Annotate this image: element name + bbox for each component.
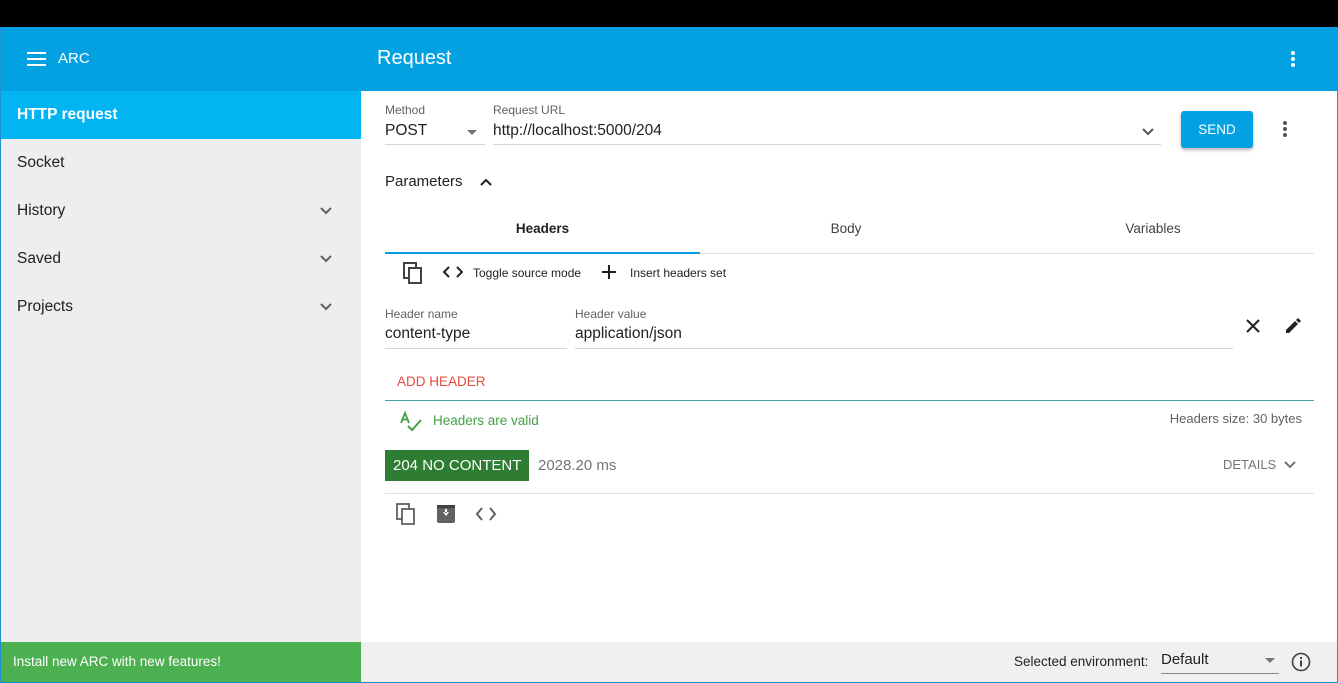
chevron-up-icon: [480, 178, 492, 186]
parameters-toggle[interactable]: Parameters: [385, 173, 492, 190]
dropdown-arrow-icon: [1265, 658, 1275, 663]
footer-bar: Selected environment: Default: [361, 642, 1337, 682]
header-name-input[interactable]: content-type: [385, 325, 567, 347]
app-window: ARC Request HTTP request Socket History …: [0, 27, 1338, 683]
chevron-down-icon: [320, 303, 332, 311]
sidebar-item-saved[interactable]: Saved: [1, 235, 361, 283]
url-label: Request URL: [493, 103, 566, 117]
plus-icon: [602, 265, 616, 279]
dropdown-arrow-icon: [467, 130, 477, 135]
details-label: DETAILS: [1223, 457, 1277, 472]
menu-icon[interactable]: [27, 52, 47, 66]
chevron-down-icon: [1284, 461, 1296, 469]
status-badge: 204 NO CONTENT: [385, 450, 530, 481]
environment-label: Selected environment:: [1014, 654, 1149, 669]
headers-valid-text: Headers are valid: [433, 413, 539, 428]
close-icon[interactable]: [1245, 318, 1261, 334]
spellcheck-icon: [400, 411, 422, 432]
sidebar-item-label: History: [17, 202, 66, 219]
header-value-input[interactable]: application/json: [575, 325, 1233, 347]
environment-value: Default: [1161, 651, 1209, 668]
insert-set-label: Insert headers set: [630, 266, 727, 280]
parameters-label: Parameters: [385, 173, 463, 190]
divider: [385, 400, 1314, 401]
sidebar-item-label: Saved: [17, 250, 61, 267]
chevron-down-icon[interactable]: [1141, 125, 1155, 139]
tab-variables[interactable]: Variables: [992, 206, 1314, 254]
request-panel: Method POST Request URL http://localhost…: [361, 91, 1337, 642]
copy-icon[interactable]: [402, 261, 424, 285]
copy-icon[interactable]: [394, 502, 418, 526]
headers-size-text: Headers size: 30 bytes: [1169, 411, 1302, 426]
app-title: ARC: [58, 50, 90, 67]
install-banner[interactable]: Install new ARC with new features!: [1, 642, 361, 682]
chevron-down-icon: [320, 207, 332, 215]
edit-icon[interactable]: [1283, 316, 1303, 336]
tab-headers[interactable]: Headers: [385, 206, 700, 254]
tab-body[interactable]: Body: [700, 206, 992, 254]
sidebar-item-label: Projects: [17, 298, 73, 315]
info-icon[interactable]: [1291, 652, 1311, 672]
add-header-button[interactable]: ADD HEADER: [397, 374, 486, 389]
chevron-down-icon: [320, 255, 332, 263]
parameters-tabs: Headers Body Variables: [385, 206, 1314, 254]
page-title: Request: [377, 47, 452, 69]
response-time: 2028.20 ms: [538, 457, 617, 474]
divider: [385, 493, 1314, 494]
save-icon[interactable]: [434, 502, 458, 526]
url-input[interactable]: http://localhost:5000/204: [493, 119, 1161, 145]
sidebar-item-projects[interactable]: Projects: [1, 283, 361, 331]
more-vert-icon[interactable]: [1275, 119, 1295, 139]
toggle-source-label: Toggle source mode: [473, 266, 582, 280]
send-button[interactable]: SEND: [1181, 111, 1253, 148]
url-value: http://localhost:5000/204: [493, 122, 662, 139]
more-vert-icon[interactable]: [1283, 49, 1303, 69]
sidebar-item-history[interactable]: History: [1, 187, 361, 235]
details-toggle[interactable]: DETAILS: [1223, 457, 1296, 472]
method-select[interactable]: POST: [385, 119, 485, 145]
header-name-label: Header name: [385, 307, 458, 321]
method-label: Method: [385, 103, 426, 117]
sidebar-item-label: HTTP request: [17, 106, 118, 123]
code-icon: [443, 266, 463, 278]
sidebar: HTTP request Socket History Saved Projec…: [1, 91, 361, 642]
code-icon[interactable]: [474, 502, 498, 526]
sidebar-item-socket[interactable]: Socket: [1, 139, 361, 187]
top-app-bar: ARC Request: [1, 27, 1337, 91]
environment-select[interactable]: Default: [1161, 650, 1279, 674]
sidebar-item-http-request[interactable]: HTTP request: [1, 91, 361, 139]
sidebar-item-label: Socket: [17, 154, 65, 171]
method-value: POST: [385, 122, 428, 139]
header-value-label: Header value: [575, 307, 647, 321]
